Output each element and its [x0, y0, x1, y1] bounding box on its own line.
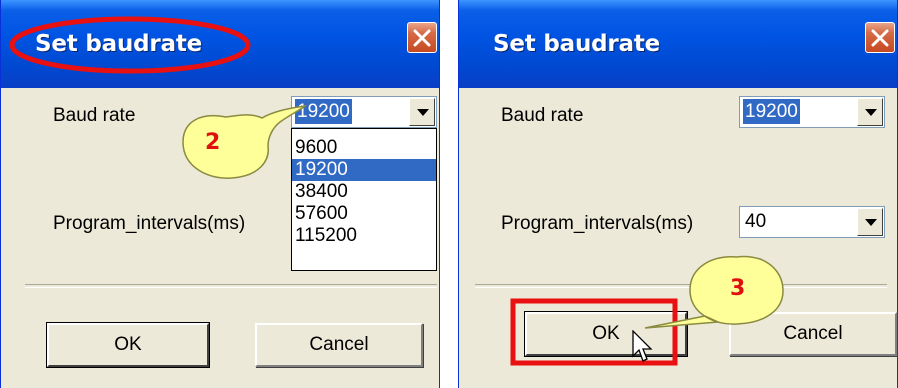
annotation-overlay [9, 16, 784, 366]
title-highlight-ellipse [9, 16, 251, 74]
mouse-pointer-icon [632, 330, 653, 362]
callout-number-2: 2 [205, 130, 221, 155]
callout-bubble-3 [644, 255, 784, 329]
callout-number-3: 3 [730, 276, 746, 301]
callout-bubble-2 [182, 104, 308, 179]
